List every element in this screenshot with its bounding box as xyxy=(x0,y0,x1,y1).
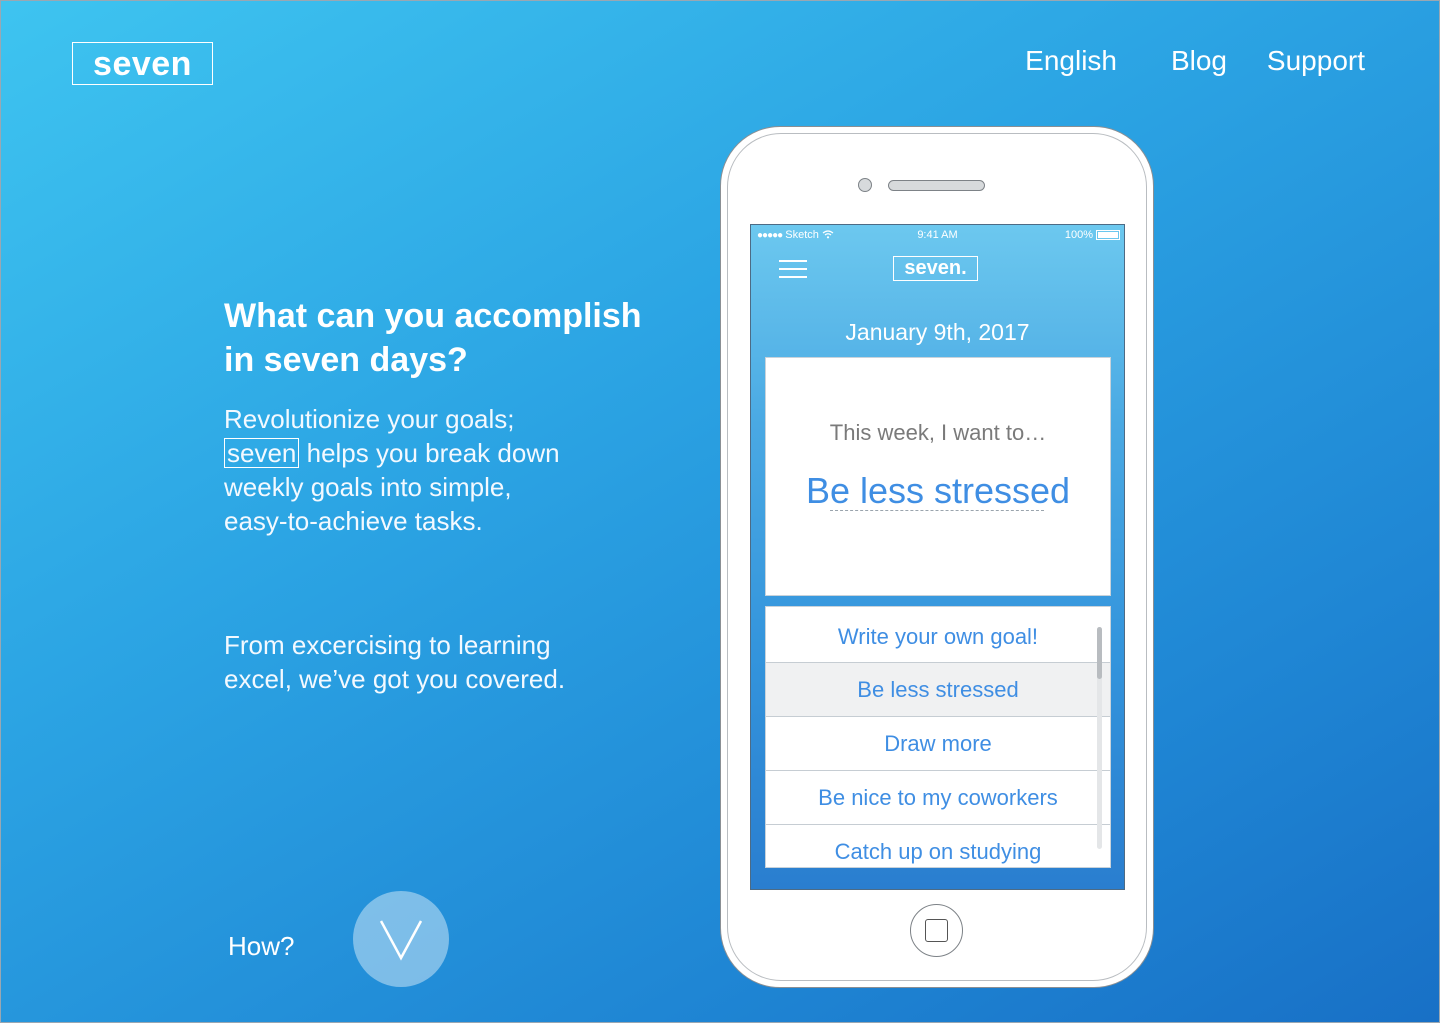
phone-camera xyxy=(858,178,872,192)
goal-prompt: This week, I want to… xyxy=(829,420,1047,445)
hero-description: Revolutionize your goals; seven helps yo… xyxy=(224,402,644,538)
hero-subtext: From excercising to learning excel, we’v… xyxy=(224,628,644,696)
goal-picker[interactable]: Write your own goal! Be less stressed Dr… xyxy=(765,606,1111,868)
phone-mockup: ●●●●● Sketch 9:41 AM 100% seven. January… xyxy=(720,126,1154,988)
status-bar: ●●●●● Sketch 9:41 AM 100% xyxy=(751,225,1124,245)
battery-percent: 100% xyxy=(1064,229,1093,241)
picker-option-selected[interactable]: Be less stressed xyxy=(766,663,1110,717)
hero-description-line3: weekly goals into simple, xyxy=(224,472,512,502)
picker-option[interactable]: Write your own goal! xyxy=(766,607,1110,663)
phone-speaker xyxy=(888,180,985,191)
nav-link-support[interactable]: Support xyxy=(1267,44,1365,78)
status-battery: 100% xyxy=(1065,225,1120,245)
picker-option[interactable]: Be nice to my coworkers xyxy=(766,771,1110,825)
picker-option[interactable]: Draw more xyxy=(766,717,1110,771)
phone-home-button[interactable] xyxy=(910,904,963,957)
battery-icon xyxy=(1096,230,1120,240)
picker-scrollbar[interactable] xyxy=(1097,627,1102,849)
phone-screen: ●●●●● Sketch 9:41 AM 100% seven. January… xyxy=(750,224,1125,890)
nav-link-blog[interactable]: Blog xyxy=(1171,44,1227,78)
hero-subtext-line1: From excercising to learning xyxy=(224,630,551,660)
picker-scroll-thumb[interactable] xyxy=(1097,627,1102,679)
hamburger-menu-icon[interactable] xyxy=(779,260,807,280)
goal-underline xyxy=(830,510,1044,511)
hero-description-line1: Revolutionize your goals; xyxy=(224,404,515,434)
site-logo[interactable]: seven xyxy=(72,42,213,85)
how-label: How? xyxy=(228,931,295,961)
hero-subtext-line2: excel, we’ve got you covered. xyxy=(224,664,566,694)
app-logo: seven. xyxy=(893,256,978,281)
hero-description-line2: helps you break down xyxy=(299,438,560,468)
scroll-down-button[interactable] xyxy=(353,891,449,987)
home-square-icon xyxy=(925,919,948,942)
goal-value[interactable]: Be less stressed xyxy=(766,470,1110,512)
inline-logo: seven xyxy=(224,438,300,468)
hero-headline-line1: What can you accomplish xyxy=(224,297,642,335)
current-date: January 9th, 2017 xyxy=(845,319,1030,345)
goal-card: This week, I want to… Be less stressed xyxy=(765,357,1111,596)
hero-headline: What can you accomplish in seven days? xyxy=(224,294,694,382)
picker-option[interactable]: Catch up on studying xyxy=(766,825,1110,867)
hero-headline-line2: in seven days? xyxy=(224,341,468,379)
hero-description-line4: easy-to-achieve tasks. xyxy=(224,506,483,536)
nav-link-english[interactable]: English xyxy=(1025,44,1117,78)
chevron-down-icon xyxy=(379,920,423,961)
